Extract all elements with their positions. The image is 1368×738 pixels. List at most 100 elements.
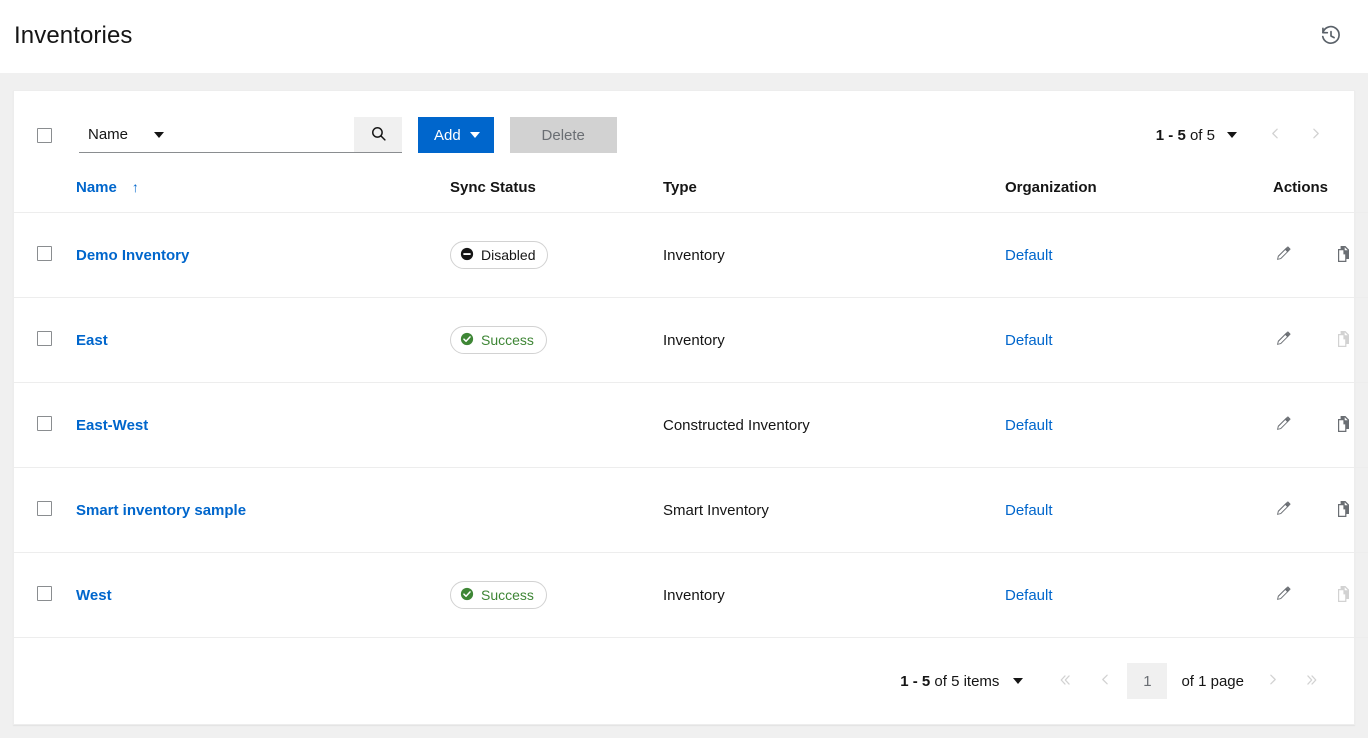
pagination-prev-button[interactable] bbox=[1085, 662, 1125, 700]
pagination-range-suffix: of 5 bbox=[1189, 126, 1215, 144]
status-badge-label: Success bbox=[481, 587, 534, 603]
filter-type-select[interactable]: Name bbox=[79, 117, 174, 153]
toolbar-pagination: 1 - 5 of 5 bbox=[1156, 116, 1335, 154]
pagination-per-page-toggle[interactable] bbox=[1227, 132, 1237, 138]
table-row: East-West Constructed Inventory Default bbox=[14, 382, 1368, 468]
chevron-down-icon bbox=[154, 131, 164, 138]
row-type-cell: Inventory bbox=[663, 212, 1005, 298]
row-actions-cell bbox=[1273, 382, 1368, 468]
copy-icon bbox=[1335, 500, 1351, 520]
row-checkbox-cell bbox=[14, 552, 76, 638]
status-badge-label: Success bbox=[481, 332, 534, 348]
header-checkbox-spacer bbox=[14, 179, 76, 213]
row-select-checkbox[interactable] bbox=[37, 415, 52, 431]
page-header: Inventories bbox=[0, 0, 1368, 73]
edit-button[interactable] bbox=[1273, 500, 1293, 520]
inventory-name-link[interactable]: East bbox=[76, 332, 108, 349]
table-body: Demo Inventory Disabled Inventory Defaul… bbox=[14, 212, 1368, 638]
inventory-name-link[interactable]: Smart inventory sample bbox=[76, 502, 246, 519]
row-type-cell: Constructed Inventory bbox=[663, 382, 1005, 468]
pagination-last-button[interactable] bbox=[1292, 662, 1332, 700]
angle-double-left-icon bbox=[1058, 673, 1072, 690]
page-number-input[interactable] bbox=[1127, 663, 1168, 699]
footer-per-page-toggle[interactable] bbox=[1013, 678, 1024, 684]
edit-button[interactable] bbox=[1273, 245, 1293, 265]
row-sync-status-cell: Success bbox=[450, 552, 663, 638]
pencil-icon bbox=[1275, 415, 1291, 435]
inventory-name-link[interactable]: East-West bbox=[76, 417, 148, 434]
organization-link[interactable]: Default bbox=[1005, 502, 1053, 519]
pagination-next-button[interactable] bbox=[1295, 116, 1335, 154]
page-count-label: of 1 page bbox=[1181, 672, 1244, 690]
copy-icon bbox=[1335, 585, 1351, 605]
row-checkbox-cell bbox=[14, 382, 76, 468]
inventories-table: Name ↑ Sync Status Type Organization Acti… bbox=[14, 179, 1368, 638]
search-button[interactable] bbox=[354, 117, 402, 153]
column-header-sync-status: Sync Status bbox=[450, 179, 663, 213]
row-checkbox-cell bbox=[14, 467, 76, 553]
row-checkbox-cell bbox=[14, 212, 76, 298]
row-select-checkbox[interactable] bbox=[37, 245, 52, 261]
delete-button[interactable]: Delete bbox=[509, 117, 617, 153]
row-type-cell: Inventory bbox=[663, 297, 1005, 383]
pencil-icon bbox=[1275, 245, 1291, 265]
row-sync-status-cell: Success bbox=[450, 297, 663, 383]
row-select-checkbox[interactable] bbox=[37, 585, 52, 601]
table-row: East Success Inventory Default bbox=[14, 297, 1368, 383]
row-select-checkbox[interactable] bbox=[37, 330, 52, 346]
organization-link[interactable]: Default bbox=[1005, 417, 1053, 434]
organization-link[interactable]: Default bbox=[1005, 332, 1053, 349]
organization-link[interactable]: Default bbox=[1005, 587, 1053, 604]
pencil-icon bbox=[1275, 330, 1291, 350]
row-actions-cell bbox=[1273, 297, 1368, 383]
row-organization-cell: Default bbox=[1005, 552, 1273, 638]
pagination-prev-button[interactable] bbox=[1255, 116, 1295, 154]
copy-button[interactable] bbox=[1333, 500, 1353, 520]
footer-range-suffix: of 5 bbox=[934, 672, 960, 690]
row-sync-status-cell bbox=[450, 382, 663, 468]
organization-link[interactable]: Default bbox=[1005, 247, 1053, 264]
search-input[interactable] bbox=[174, 117, 354, 153]
row-organization-cell: Default bbox=[1005, 467, 1273, 553]
filter-type-value: Name bbox=[88, 126, 129, 143]
page-title: Inventories bbox=[14, 22, 133, 49]
column-header-organization: Organization bbox=[1005, 179, 1273, 213]
select-all-checkbox[interactable] bbox=[37, 127, 52, 143]
copy-icon bbox=[1335, 415, 1351, 435]
copy-button[interactable] bbox=[1333, 415, 1353, 435]
inventory-name-link[interactable]: Demo Inventory bbox=[76, 247, 189, 264]
edit-button[interactable] bbox=[1273, 415, 1293, 435]
toolbar-left-group: Name Add Delete bbox=[37, 117, 1156, 153]
edit-button[interactable] bbox=[1273, 585, 1293, 605]
add-button[interactable]: Add bbox=[418, 117, 494, 153]
row-actions-cell bbox=[1273, 552, 1368, 638]
table-toolbar: Name Add Delete 1 - 5 of 5 bbox=[14, 91, 1354, 179]
pagination-next-button[interactable] bbox=[1252, 662, 1292, 700]
row-select-checkbox[interactable] bbox=[37, 500, 52, 516]
inventory-name-link[interactable]: West bbox=[76, 587, 112, 604]
status-badge-label: Disabled bbox=[481, 247, 536, 263]
footer-pagination: 1 - 5 of 5 items of 1 page bbox=[900, 662, 1332, 700]
copy-button bbox=[1333, 585, 1353, 605]
chevron-left-icon bbox=[1099, 673, 1112, 689]
column-header-name[interactable]: Name ↑ bbox=[76, 179, 450, 213]
row-type-cell: Smart Inventory bbox=[663, 467, 1005, 553]
row-name-cell: West bbox=[76, 552, 450, 638]
table-row: West Success Inventory Default bbox=[14, 552, 1368, 638]
edit-button[interactable] bbox=[1273, 330, 1293, 350]
copy-button[interactable] bbox=[1333, 245, 1353, 265]
history-icon[interactable] bbox=[1314, 19, 1348, 53]
copy-button bbox=[1333, 330, 1353, 350]
pagination-range: 1 - 5 of 5 bbox=[1156, 127, 1215, 144]
table-head: Name ↑ Sync Status Type Organization Acti… bbox=[14, 179, 1368, 213]
pagination-first-button[interactable] bbox=[1045, 662, 1085, 700]
row-name-cell: East bbox=[76, 297, 450, 383]
search-icon bbox=[370, 125, 387, 145]
row-organization-cell: Default bbox=[1005, 212, 1273, 298]
row-name-cell: Demo Inventory bbox=[76, 212, 450, 298]
chevron-right-icon bbox=[1266, 673, 1279, 689]
status-badge: Disabled bbox=[450, 241, 549, 269]
chevron-left-icon bbox=[1269, 127, 1282, 143]
footer-items-label: items bbox=[963, 672, 1000, 690]
check-circle-icon bbox=[460, 332, 474, 349]
